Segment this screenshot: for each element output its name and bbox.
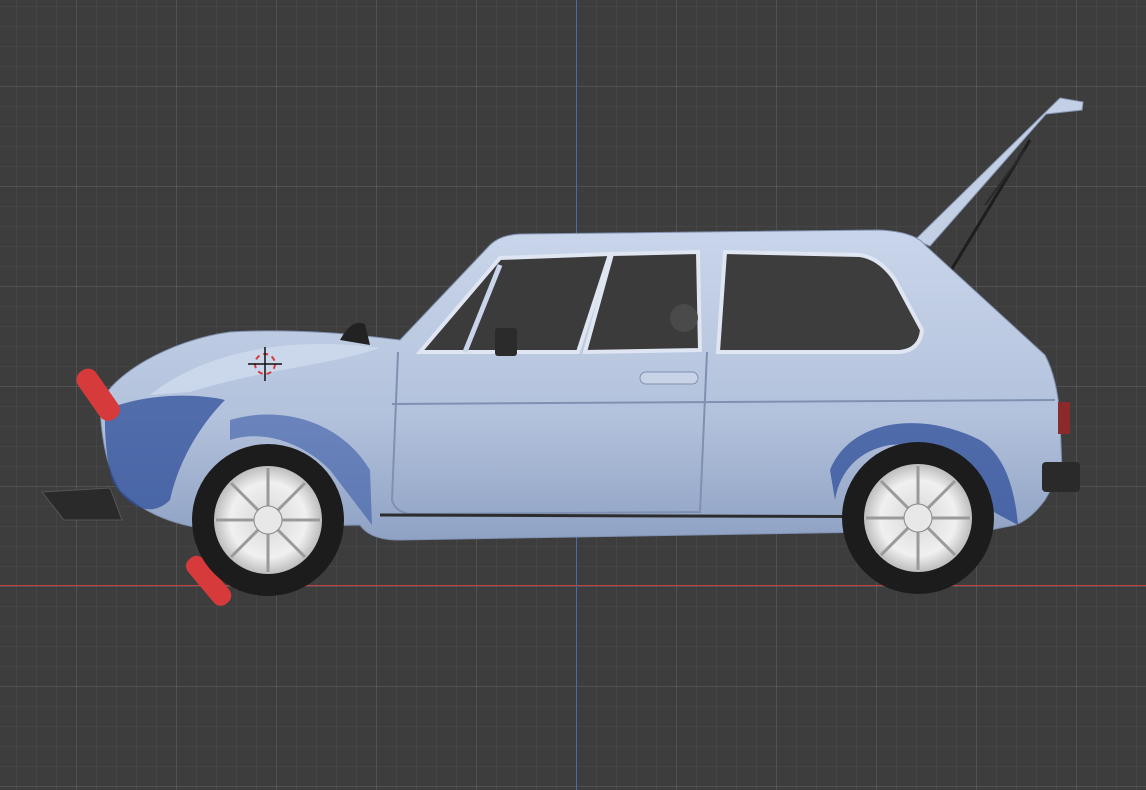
3d-viewport[interactable] — [0, 0, 1146, 790]
rear-wheel — [842, 442, 994, 594]
door-handle — [639, 371, 699, 385]
front-wheel — [192, 444, 344, 596]
car-model[interactable] — [0, 0, 1146, 790]
front-bumper — [41, 487, 123, 521]
tailgate-open — [914, 97, 1084, 273]
